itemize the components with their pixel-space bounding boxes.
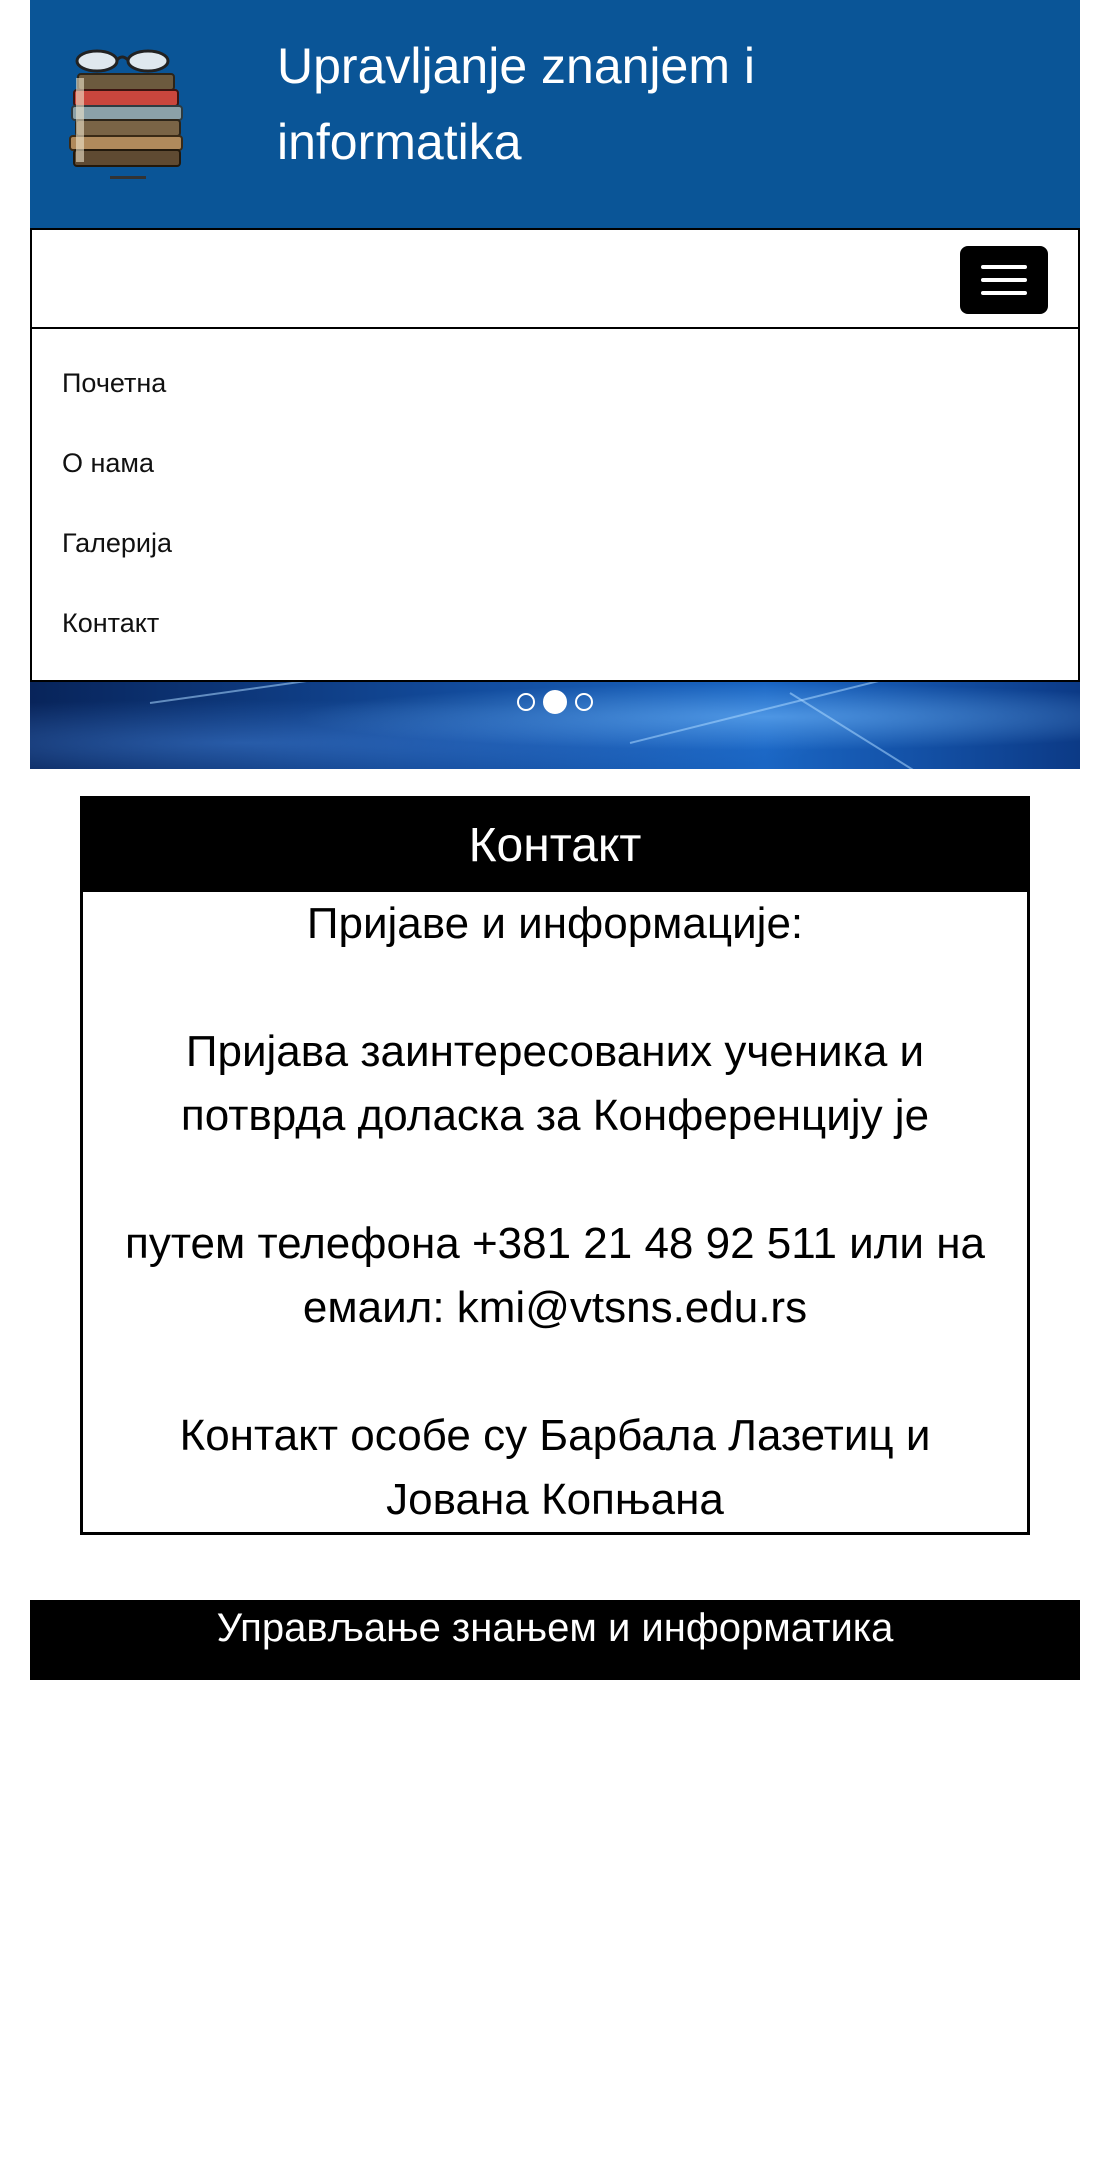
nav-item-home[interactable]: Почетна xyxy=(32,343,1078,423)
book-stack-glasses-icon[interactable] xyxy=(50,48,200,188)
carousel-dot-2[interactable] xyxy=(543,690,567,714)
carousel-indicators xyxy=(30,690,1080,714)
navbar xyxy=(30,228,1080,329)
nav-item-gallery[interactable]: Галерија xyxy=(32,503,1078,583)
contact-line-registration: Пријава заинтересованих ученика и потврд… xyxy=(180,1027,930,1140)
hamburger-bar xyxy=(981,291,1027,295)
hamburger-bar xyxy=(981,265,1027,269)
contact-line-persons: Контакт особе су Барбала Лазетиц и Јован… xyxy=(179,1411,931,1524)
site-footer: Управљање знањем и информатика xyxy=(30,1600,1080,1680)
nav-item-contact[interactable]: Контакт xyxy=(32,583,1078,663)
contact-line-intro: Пријаве и информације: xyxy=(306,899,804,948)
site-header: Upravljanje znanjem i informatika xyxy=(30,0,1080,228)
carousel-dot-3[interactable] xyxy=(575,693,593,711)
hamburger-menu-icon[interactable] xyxy=(960,246,1048,314)
footer-text: Управљање знањем и информатика xyxy=(216,1606,894,1650)
contact-line-phone-email: путем телефона +381 21 48 92 511 или на … xyxy=(125,1219,985,1332)
page: Upravljanje znanjem i informatika Почетн… xyxy=(30,0,1080,1680)
site-title[interactable]: Upravljanje znanjem i informatika xyxy=(277,28,977,180)
contact-heading: Контакт xyxy=(83,799,1027,892)
nav-item-about[interactable]: О нама xyxy=(32,423,1078,503)
nav-menu: Почетна О нама Галерија Контакт xyxy=(30,329,1080,682)
carousel-dot-1[interactable] xyxy=(517,693,535,711)
contact-card: Контакт Пријаве и информације: Пријава з… xyxy=(80,796,1030,1535)
contact-body: Пријаве и информације: Пријава заинтерес… xyxy=(83,892,1027,1532)
hero-carousel[interactable] xyxy=(30,682,1080,769)
hamburger-bar xyxy=(981,278,1027,282)
